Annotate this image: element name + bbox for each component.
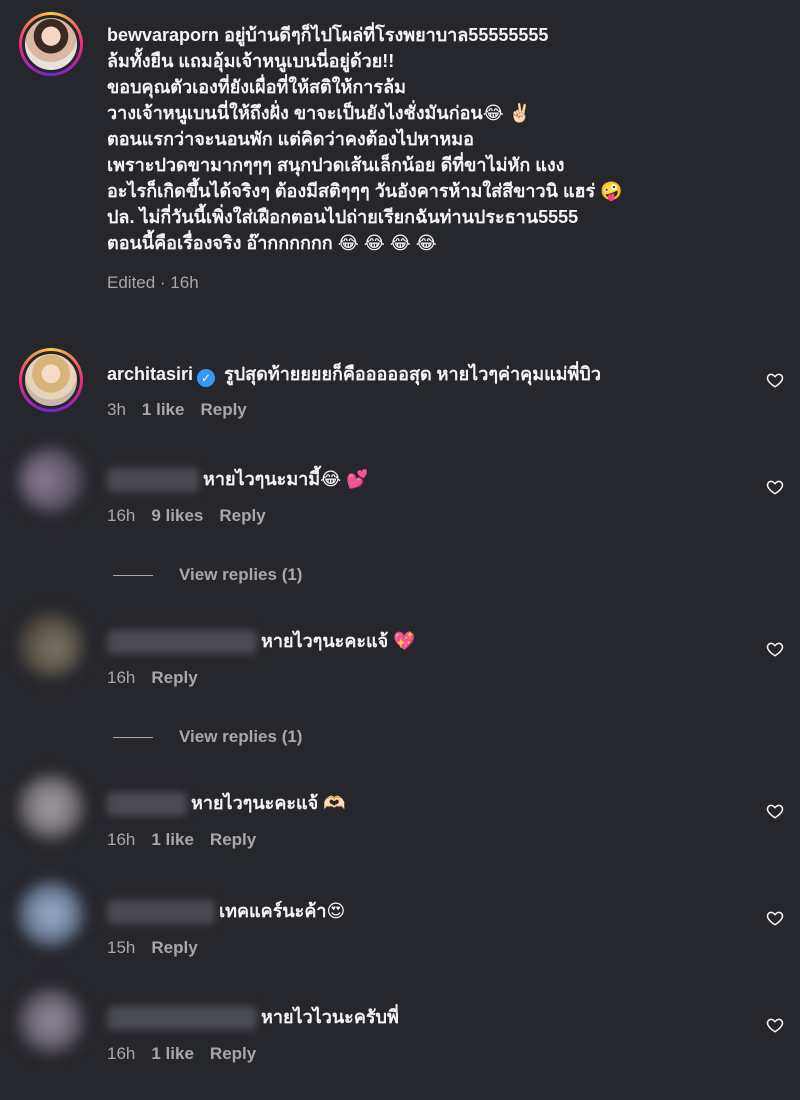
post-caption: bewvaraporn อยู่บ้านดีๆก็ไปโผล่ที่โรงพยา… — [107, 22, 740, 293]
blurred-username[interactable] — [107, 792, 187, 817]
like-heart-icon[interactable] — [766, 478, 784, 496]
like-heart-icon[interactable] — [766, 802, 784, 820]
comment-likes[interactable]: 1 like — [151, 830, 194, 850]
comment-text: หายไวๆนะมามี้😂 💕 — [203, 469, 369, 489]
caption-line: ล้มทั้งยืน แถมอุ้มเจ้าหนูเบนนี่อยู่ด้วย!… — [107, 51, 395, 71]
comment-text: หายไวๆนะคะแจ้ 🫶🏻 — [191, 793, 346, 813]
divider-line — [113, 736, 153, 738]
like-heart-icon[interactable] — [766, 640, 784, 658]
comment-text: หายไวๆนะคะแจ้ 💖 — [261, 631, 416, 651]
comment-avatar[interactable] — [19, 882, 83, 946]
comment-likes[interactable]: 9 likes — [151, 506, 203, 526]
blurred-username[interactable] — [107, 630, 257, 655]
post-edited-time: Edited · 16h — [107, 273, 199, 292]
comment: architasiri ✓ รูปสุดท้ายยยยก็คือออออสุด ห… — [107, 361, 740, 420]
comment-avatar[interactable] — [19, 613, 83, 677]
post-author-username[interactable]: bewvaraporn — [107, 25, 219, 45]
view-replies-label[interactable]: View replies (1) — [179, 565, 302, 585]
comment-meta: 16h 1 like Reply — [107, 1044, 740, 1064]
reply-button[interactable]: Reply — [210, 830, 256, 850]
view-replies-label[interactable]: View replies (1) — [179, 727, 302, 747]
divider-line — [113, 574, 153, 576]
comment-username[interactable]: architasiri — [107, 364, 193, 384]
caption-line: อยู่บ้านดีๆก็ไปโผล่ที่โรงพยาบาล55555555 — [224, 25, 549, 45]
caption-line: ตอนแรกว่าจะนอนพัก แต่คิดว่าคงต้องไปหาหมอ — [107, 129, 474, 149]
reply-button[interactable]: Reply — [151, 668, 197, 688]
like-heart-icon[interactable] — [766, 1016, 784, 1034]
caption-line: ปล. ไม่กี่วันนี้เพิ่งใส่เฝือกตอนไปถ่ายเร… — [107, 207, 579, 227]
comment-likes[interactable]: 1 like — [151, 1044, 194, 1064]
blurred-username[interactable] — [107, 900, 215, 925]
comment-time: 16h — [107, 668, 136, 688]
like-heart-icon[interactable] — [766, 371, 784, 389]
reply-button[interactable]: Reply — [219, 506, 265, 526]
comment-time: 16h — [107, 1044, 136, 1064]
comment: เทคแคร์นะค้า😍 15h Reply — [107, 898, 740, 958]
verified-badge-icon: ✓ — [197, 369, 216, 387]
comment: หายไวไวนะครับพี่ 16h 1 like Reply — [107, 1004, 740, 1064]
comment-avatar[interactable] — [19, 348, 83, 412]
like-heart-icon[interactable] — [766, 909, 784, 927]
comment: หายไวๆนะคะแจ้ 🫶🏻 16h 1 like Reply — [107, 790, 740, 850]
comment-avatar[interactable] — [19, 775, 83, 839]
blurred-username[interactable] — [107, 1006, 257, 1031]
comment-meta: 16h 9 likes Reply — [107, 506, 740, 526]
caption-line: ตอนนี้คือเรื่องจริง อ๊ากกกกกก 😂 😂 😂 😂 — [107, 233, 437, 253]
comment-time: 16h — [107, 506, 136, 526]
comment-likes[interactable]: 1 like — [142, 400, 185, 420]
caption-line: เพราะปวดขามากๆๆๆ สนุกปวดเส้นเล็กน้อย ดีท… — [107, 155, 565, 175]
comment-time: 3h — [107, 400, 126, 419]
blurred-username[interactable] — [107, 468, 199, 493]
comment-time: 15h — [107, 938, 136, 958]
reply-button[interactable]: Reply — [151, 938, 197, 958]
comment-time: 16h — [107, 830, 136, 850]
post-author-avatar[interactable] — [19, 12, 83, 76]
view-replies-button[interactable]: View replies (1) — [113, 727, 302, 747]
comment-avatar[interactable] — [19, 989, 83, 1053]
comment-avatar[interactable] — [19, 448, 83, 512]
caption-line: วางเจ้าหนูเบนนี่ให้ถึงฝั่ง ขาจะเป็นยังไง… — [107, 103, 532, 123]
comment-meta: 16h Reply — [107, 668, 740, 688]
comment: หายไวๆนะมามี้😂 💕 16h 9 likes Reply — [107, 466, 740, 526]
view-replies-button[interactable]: View replies (1) — [113, 565, 302, 585]
comment-meta: 3h 1 like Reply — [107, 400, 740, 420]
reply-button[interactable]: Reply — [200, 400, 246, 420]
caption-line: อะไรก็เกิดขึ้นได้จริงๆ ต้องมีสติๆๆๆ วันอ… — [107, 181, 623, 201]
comment-text: รูปสุดท้ายยยยก็คือออออสุด หายไวๆค่าคุมแม… — [224, 364, 601, 384]
comment: หายไวๆนะคะแจ้ 💖 16h Reply — [107, 628, 740, 688]
comment-meta: 15h Reply — [107, 938, 740, 958]
comment-meta: 16h 1 like Reply — [107, 830, 740, 850]
comment-text: หายไวไวนะครับพี่ — [261, 1007, 399, 1027]
comment-text: เทคแคร์นะค้า😍 — [219, 901, 346, 921]
post-meta: Edited · 16h — [107, 273, 740, 293]
caption-line: ขอบคุณตัวเองที่ยังเผื่อที่ให้สติให้การล้… — [107, 77, 406, 97]
reply-button[interactable]: Reply — [210, 1044, 256, 1064]
